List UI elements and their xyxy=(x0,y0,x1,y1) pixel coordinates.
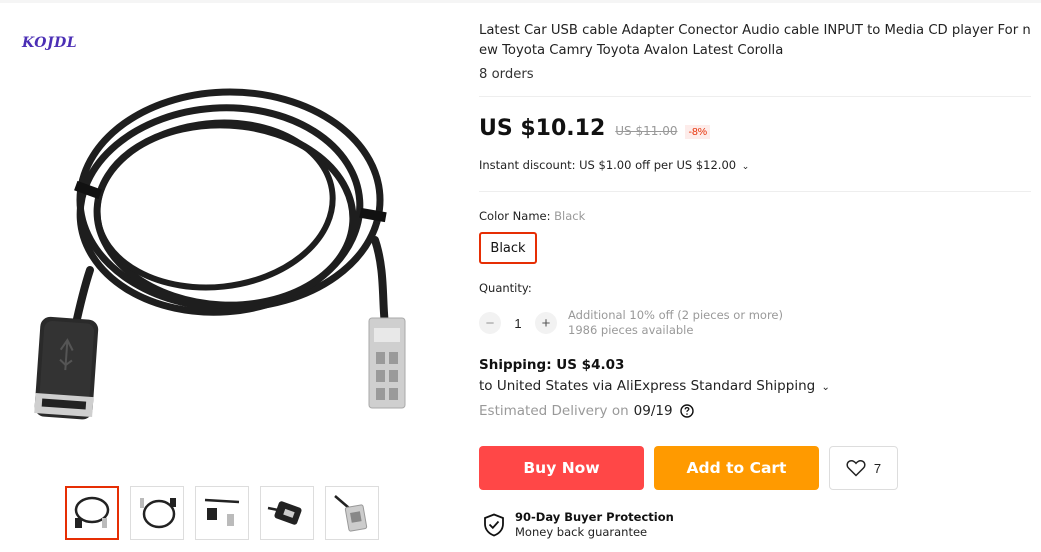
usb-port-icon xyxy=(267,501,302,525)
color-label: Color Name: xyxy=(479,209,551,223)
shield-check-icon xyxy=(484,513,504,537)
instant-discount-text: Instant discount: US $1.00 off per US $1… xyxy=(479,158,737,172)
thumbnail-5[interactable] xyxy=(325,486,379,540)
thumbnail-4[interactable] xyxy=(260,486,314,540)
thumbnail-2[interactable] xyxy=(130,486,184,540)
delivery-label: Estimated Delivery on xyxy=(479,403,629,419)
protection-title: 90-Day Buyer Protection xyxy=(515,510,674,524)
brand-logo: KOJDL xyxy=(22,35,78,51)
cable-loop-icon xyxy=(140,498,176,529)
price-row: US $10.12 US $11.00 -8% xyxy=(479,116,711,141)
product-title: Latest Car USB cable Adapter Conector Au… xyxy=(479,23,1031,58)
add-to-cart-button[interactable]: Add to Cart xyxy=(654,446,819,490)
color-option-black[interactable]: Black xyxy=(479,232,537,264)
estimated-delivery: Estimated Delivery on 09/19 xyxy=(479,403,694,419)
color-value: Black xyxy=(554,209,586,223)
shipping-method[interactable]: to United States via AliExpress Standard… xyxy=(479,378,830,394)
usb-connector-icon xyxy=(204,498,240,526)
chevron-down-icon: ⌄ xyxy=(821,382,830,393)
main-product-image[interactable] xyxy=(20,60,450,470)
discount-badge: -8% xyxy=(685,125,711,139)
thumbnail-strip xyxy=(65,486,379,540)
plug-end-icon xyxy=(334,495,368,532)
quantity-input[interactable]: 1 xyxy=(501,316,535,331)
chevron-down-icon: ⌄ xyxy=(741,162,750,172)
shipping-price: Shipping: US $4.03 xyxy=(479,357,625,373)
quantity-note: Additional 10% off (2 pieces or more) 19… xyxy=(568,308,783,338)
bulk-discount-note: Additional 10% off (2 pieces or more) xyxy=(568,308,783,322)
instant-discount[interactable]: Instant discount: US $1.00 off per US $1… xyxy=(479,158,749,172)
color-label-line: Color Name: Black xyxy=(479,209,585,223)
thumbnail-3[interactable] xyxy=(195,486,249,540)
divider xyxy=(479,191,1031,192)
quantity-stepper: − 1 + Additional 10% off (2 pieces or mo… xyxy=(479,308,783,338)
decrease-quantity-button[interactable]: − xyxy=(479,312,501,334)
help-icon[interactable] xyxy=(679,404,694,418)
protection-subtitle: Money back guarantee xyxy=(515,525,648,539)
order-count: 8 orders xyxy=(479,67,534,82)
divider xyxy=(479,96,1031,97)
wishlist-button[interactable]: 7 xyxy=(829,446,898,490)
increase-quantity-button[interactable]: + xyxy=(535,312,557,334)
product-gallery: KOJDL xyxy=(0,0,470,552)
stock-available: 1986 pieces available xyxy=(568,323,694,337)
cable-thumbnail-icon xyxy=(74,496,110,528)
buyer-protection: 90-Day Buyer Protection Money back guara… xyxy=(483,510,674,540)
shipping-method-text: to United States via AliExpress Standard… xyxy=(479,378,816,394)
original-price: US $11.00 xyxy=(615,124,678,138)
buy-now-button[interactable]: Buy Now xyxy=(479,446,644,490)
heart-icon xyxy=(846,460,866,477)
wishlist-count: 7 xyxy=(873,460,882,476)
current-price: US $10.12 xyxy=(479,116,606,141)
quantity-label: Quantity: xyxy=(479,281,532,295)
thumbnail-1[interactable] xyxy=(65,486,119,540)
delivery-date: 09/19 xyxy=(633,403,673,419)
